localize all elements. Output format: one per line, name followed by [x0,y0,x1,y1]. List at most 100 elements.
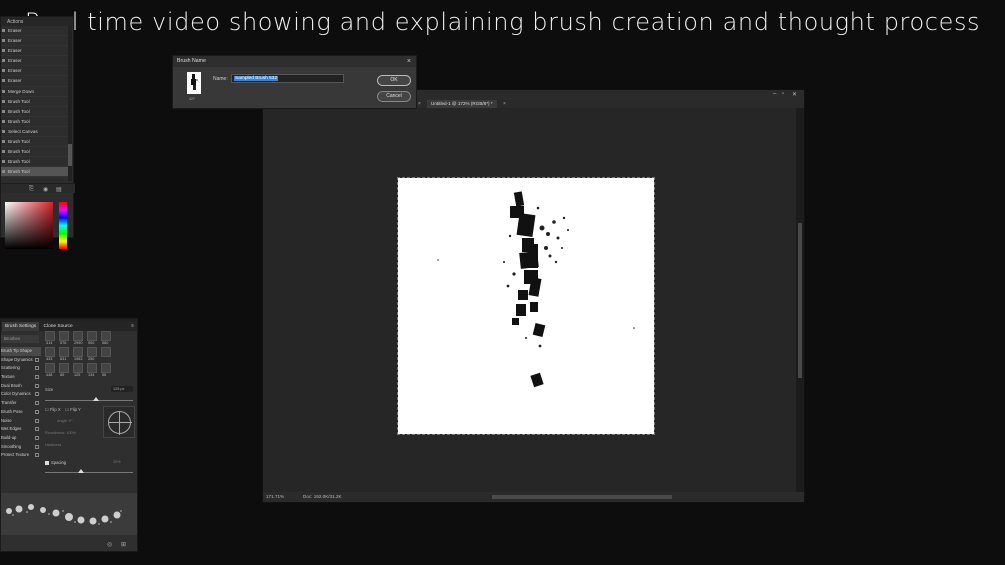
history-item[interactable]: Eraser [1,36,69,47]
brush-tip-preset[interactable] [73,347,83,357]
new-brush-icon[interactable]: ⊞ [121,541,126,548]
brush-tip-preset[interactable] [45,363,55,373]
tab-untitled-1[interactable]: Untitled-1 @ 172% (RGB/8*) * [427,100,497,108]
history-scrollbar[interactable] [68,26,72,181]
brush-tip-preset[interactable] [59,347,69,357]
brush-option-item[interactable]: Transfer [1,399,41,408]
history-item[interactable]: Eraser [1,26,69,37]
size-slider[interactable] [45,400,133,401]
document-canvas[interactable] [397,177,655,435]
brush-option-item[interactable]: Dual Brush [1,382,41,391]
vertical-scroll-thumb[interactable] [798,223,802,378]
lock-icon[interactable] [35,383,39,388]
lock-icon[interactable] [35,392,39,397]
angle-field[interactable]: Angle: 0° [57,419,72,423]
lock-icon[interactable] [35,375,39,380]
angle-roundness-widget[interactable] [103,406,135,438]
maximize-icon[interactable]: ▫ [782,91,784,97]
spacing-slider[interactable] [45,472,133,473]
brush-tip-preset[interactable] [45,331,55,341]
brush-tip-preset[interactable] [87,331,97,341]
hue-slider[interactable] [59,202,67,249]
brush-option-item[interactable]: Texture [1,373,41,382]
tab-close-icon[interactable]: × [503,100,506,108]
spacing-value[interactable]: 25% [113,460,121,464]
brush-option-item[interactable]: Brush Pose [1,408,41,417]
history-item[interactable]: Brush Tool [1,157,69,168]
brush-visibility-icon[interactable]: ◎ [107,541,112,548]
size-value[interactable]: 125 px [111,386,133,392]
history-item[interactable]: Merge Down [1,87,69,97]
checkbox-checked-icon [45,460,49,465]
lock-icon[interactable] [35,418,39,423]
lock-icon[interactable] [35,427,39,432]
roundness-field[interactable]: Roundness: 100% [45,431,76,435]
tab-clone-source[interactable]: Clone Source [41,322,76,331]
brush-option-item[interactable]: Build-up [1,434,41,443]
color-picker-field[interactable] [5,202,53,249]
history-item[interactable]: Brush Tool [1,107,69,117]
tab-scroll-left-icon[interactable]: × [418,100,421,108]
dialog-close-icon[interactable]: × [407,56,411,67]
trash-icon[interactable]: ▤ [56,186,62,193]
brush-name-input[interactable]: Sampled Brush 532 [231,74,344,83]
close-icon[interactable]: ✕ [792,91,797,98]
history-item[interactable]: Brush Tool [1,167,69,178]
brush-option-item[interactable]: Color Dynamics [1,390,41,399]
cancel-button[interactable]: Cancel [377,91,411,102]
history-item[interactable]: Brush Tool [1,147,69,158]
brush-option-item[interactable]: Protect Texture [1,451,41,460]
lock-icon[interactable] [35,435,39,440]
history-item[interactable]: Eraser [1,56,69,67]
brush-tip-preset[interactable] [101,347,111,357]
brush-tip-preset[interactable] [87,347,97,357]
lock-icon[interactable] [35,453,39,458]
flip-y-checkbox[interactable]: ☐ Flip Y [65,407,81,412]
history-item[interactable]: Eraser [1,76,69,87]
flip-x-checkbox[interactable]: ☐ Flip X [45,407,61,412]
spacing-checkbox[interactable]: Spacing [45,460,66,465]
brush-option-item[interactable]: Noise [1,417,41,426]
minimize-icon[interactable]: – [773,91,776,97]
zoom-level[interactable]: 171.71% [266,492,284,502]
brush-tip-preset[interactable] [45,347,55,357]
new-document-icon[interactable]: ⎘ [29,186,34,193]
brush-tip-preset[interactable] [73,331,83,341]
history-item[interactable]: Brush Tool [1,117,69,127]
brushes-button[interactable]: Brushes [1,335,39,343]
history-item[interactable]: Select Canvas [1,127,69,138]
lock-icon[interactable] [35,409,39,414]
panel-menu-icon[interactable]: ≡ [131,323,134,329]
spacing-slider-knob[interactable] [78,469,84,473]
hardness-label: Hardness [45,443,62,447]
brush-tip-preset[interactable] [73,363,83,373]
brush-option-item[interactable]: Brush Tip Shape [1,347,41,356]
history-item[interactable]: Eraser [1,66,69,77]
brush-tip-preset[interactable] [101,363,111,373]
dialog-title[interactable]: Brush Name [173,56,416,67]
vertical-scrollbar[interactable] [796,108,804,492]
brush-option-item[interactable]: Smoothing [1,443,41,452]
lock-icon[interactable] [35,366,39,371]
brush-tip-preset[interactable] [59,363,69,373]
document-size[interactable]: Doc: 192.0K/31.2K [303,492,342,502]
lock-icon[interactable] [35,444,39,449]
history-scroll-thumb[interactable] [68,144,72,166]
horizontal-scroll-thumb[interactable] [492,495,672,499]
lock-icon[interactable] [35,401,39,406]
camera-icon[interactable]: ◉ [43,186,48,193]
history-tab[interactable]: Actions [1,17,73,26]
brush-tip-preset[interactable] [101,331,111,341]
lock-icon[interactable] [35,357,39,362]
brush-tip-preset[interactable] [87,363,97,373]
history-item[interactable]: Brush Tool [1,137,69,148]
brush-option-item[interactable]: Shape Dynamics [1,356,41,365]
history-item[interactable]: Brush Tool [1,97,69,107]
ok-button[interactable]: OK [377,75,411,86]
size-slider-knob[interactable] [93,397,99,401]
brush-option-item[interactable]: Scattering [1,364,41,373]
tab-brush-settings[interactable]: Brush Settings [2,322,40,331]
history-item[interactable]: Eraser [1,46,69,57]
brush-option-item[interactable]: Wet Edges [1,425,41,434]
brush-tip-preset[interactable] [59,331,69,341]
